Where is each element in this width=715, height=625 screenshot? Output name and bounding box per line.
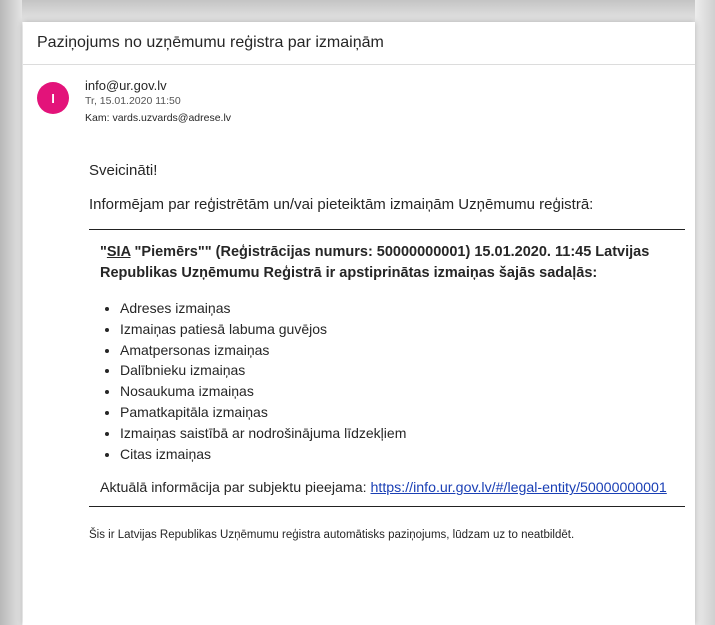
list-item: Pamatkapitāla izmaiņas bbox=[120, 402, 689, 423]
recipient-address[interactable]: vards.uzvards@adrese.lv bbox=[112, 112, 231, 124]
entity-link[interactable]: https://info.ur.gov.lv/#/legal-entity/50… bbox=[371, 480, 667, 496]
background-shadow-right bbox=[695, 0, 715, 625]
sender-block: I info@ur.gov.lv Tr, 15.01.2020 11:50 Ka… bbox=[37, 78, 231, 126]
list-item: Izmaiņas patiesā labuma guvējos bbox=[120, 319, 689, 340]
footer-note: Šis ir Latvijas Republikas Uzņēmumu reģi… bbox=[89, 529, 575, 542]
changes-list: Adreses izmaiņas Izmaiņas patiesā labuma… bbox=[100, 298, 689, 464]
greeting: Sveicināti! bbox=[89, 162, 158, 179]
email-window: Paziņojums no uzņēmumu reģistra par izma… bbox=[23, 22, 695, 625]
recipient-label: Kam: bbox=[85, 112, 110, 124]
background-shadow-top bbox=[0, 0, 715, 22]
list-item: Nosaukuma izmaiņas bbox=[120, 381, 689, 402]
email-subject: Paziņojums no uzņēmumu reģistra par izma… bbox=[37, 34, 384, 51]
subject-bar: Paziņojums no uzņēmumu reģistra par izma… bbox=[23, 22, 695, 65]
info-line: Aktuālā informācija par subjektu pieejam… bbox=[100, 478, 689, 499]
sent-date: Tr, 15.01.2020 11:50 bbox=[85, 95, 181, 107]
background-shadow-left bbox=[0, 0, 22, 625]
notice-content: "SIA "Piemērs"" (Reģistrācijas numurs: 5… bbox=[89, 230, 689, 499]
divider-bottom bbox=[89, 506, 685, 508]
avatar-initial: I bbox=[51, 90, 55, 106]
list-item: Adreses izmaiņas bbox=[120, 298, 689, 319]
intro-text: Informējam par reģistrētām un/vai pietei… bbox=[89, 196, 594, 213]
info-text: Aktuālā informācija par subjektu pieejam… bbox=[100, 480, 371, 497]
sender-address[interactable]: info@ur.gov.lv bbox=[85, 78, 231, 94]
list-item: Citas izmaiņas bbox=[120, 444, 689, 465]
email-body: Sveicināti! Informējam par reģistrētām u… bbox=[89, 162, 689, 541]
sender-avatar[interactable]: I bbox=[37, 82, 69, 114]
company-abbr: SIA bbox=[106, 244, 131, 260]
company-name: "Piemērs"" bbox=[130, 244, 212, 260]
change-notice: "SIA "Piemērs"" (Reģistrācijas numurs: 5… bbox=[100, 242, 689, 284]
sender-info: info@ur.gov.lv Tr, 15.01.2020 11:50 Kam:… bbox=[85, 78, 231, 126]
list-item: Izmaiņas saistībā ar nodrošinājuma līdze… bbox=[120, 423, 689, 444]
list-item: Amatpersonas izmaiņas bbox=[120, 340, 689, 361]
list-item: Dalībnieku izmaiņas bbox=[120, 360, 689, 381]
recipient-line: Kam: vards.uzvards@adrese.lv bbox=[85, 110, 231, 126]
open-quote: " bbox=[100, 244, 107, 260]
